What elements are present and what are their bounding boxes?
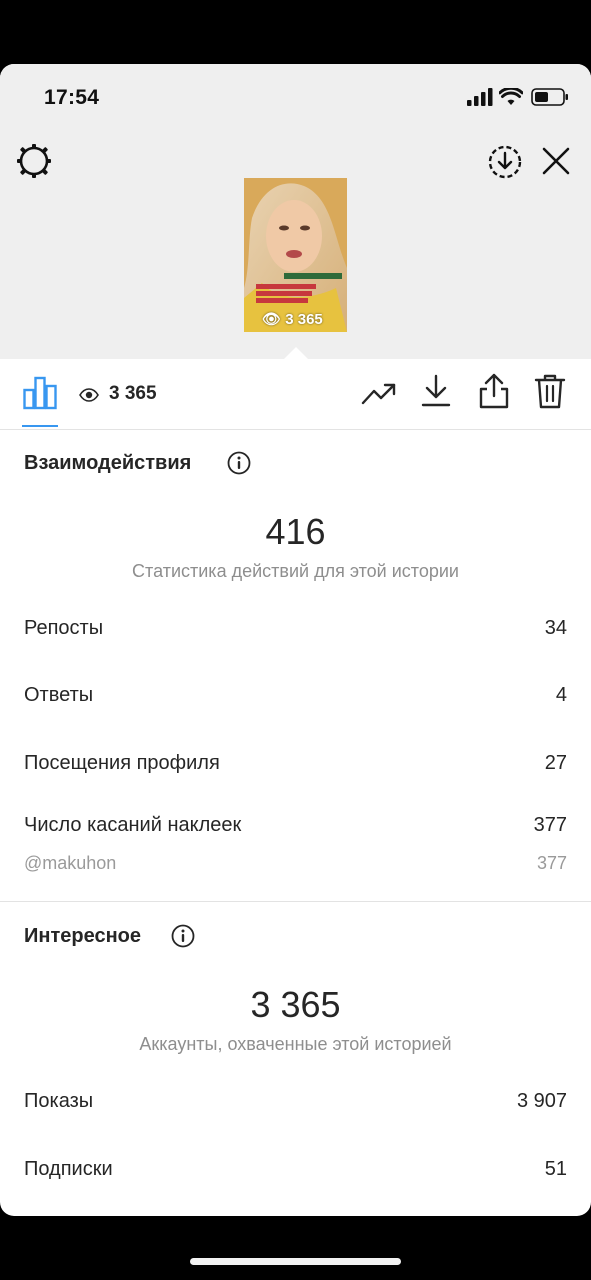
section-title-discovery: Интересное <box>24 925 141 947</box>
row-label-impressions: Показы <box>24 1090 94 1112</box>
discovery-total: 3 365 <box>250 984 341 1025</box>
story-preview-image <box>244 178 347 332</box>
row-value-sticker-taps: 377 <box>533 814 567 836</box>
row-label-sticker-taps: Число касаний наклеек <box>24 814 242 836</box>
row-value-reposts: 34 <box>544 617 567 639</box>
interactions-section: Взаимодействия 416 Статистика действий д… <box>0 429 591 902</box>
section-title-interactions: Взаимодействия <box>24 452 192 474</box>
home-indicator[interactable] <box>190 1258 401 1265</box>
signal-icon <box>467 88 493 106</box>
row-label-follows: Подписки <box>24 1158 113 1180</box>
story-header: 17:54 👁︎ 3 365 <box>0 64 591 360</box>
info-icon[interactable] <box>171 924 195 948</box>
insights-sheet: 17:54 👁︎ 3 365 3 365 Взаимодействия 416 … <box>0 64 591 1216</box>
trending-icon[interactable] <box>361 379 397 409</box>
info-icon[interactable] <box>227 451 251 475</box>
share-icon[interactable] <box>477 372 511 410</box>
row-value-follows: 51 <box>544 1158 567 1180</box>
row-label-replies: Ответы <box>24 684 94 706</box>
story-thumbnail[interactable]: 👁︎ 3 365 <box>244 178 347 332</box>
views-eye-icon <box>79 388 99 402</box>
sticker-mention-value: 377 <box>536 853 567 873</box>
delete-icon[interactable] <box>533 372 567 410</box>
sticker-mention-label[interactable]: @makuhon <box>24 853 116 874</box>
insights-tab-icon[interactable] <box>23 376 57 410</box>
discovery-section: Интересное 3 365 Аккаунты, охваченные эт… <box>0 902 591 1216</box>
row-value-impressions: 3 907 <box>516 1090 567 1112</box>
interactions-total: 416 <box>265 511 326 552</box>
row-label-profile-visits: Посещения профиля <box>24 752 220 774</box>
views-count[interactable]: 3 365 <box>109 383 157 405</box>
interactions-subtitle: Статистика действий для этой истории <box>132 561 459 581</box>
row-value-replies: 4 <box>555 684 567 706</box>
active-tab-indicator <box>22 425 58 427</box>
status-time: 17:54 <box>44 86 100 109</box>
row-value-profile-visits: 27 <box>544 752 567 774</box>
close-icon[interactable] <box>541 146 571 176</box>
save-story-icon[interactable] <box>487 144 523 180</box>
battery-icon <box>531 88 568 106</box>
thumbnail-views-count: 👁︎ 3 365 <box>262 311 323 328</box>
insights-toolbar: 3 365 <box>0 359 591 430</box>
discovery-subtitle: Аккаунты, охваченные этой историей <box>139 1034 452 1054</box>
download-icon[interactable] <box>420 373 452 409</box>
wifi-icon <box>499 88 523 105</box>
row-label-reposts: Репосты <box>24 617 104 639</box>
eye-icon: 👁︎ <box>262 311 282 328</box>
gear-icon[interactable] <box>16 143 52 179</box>
